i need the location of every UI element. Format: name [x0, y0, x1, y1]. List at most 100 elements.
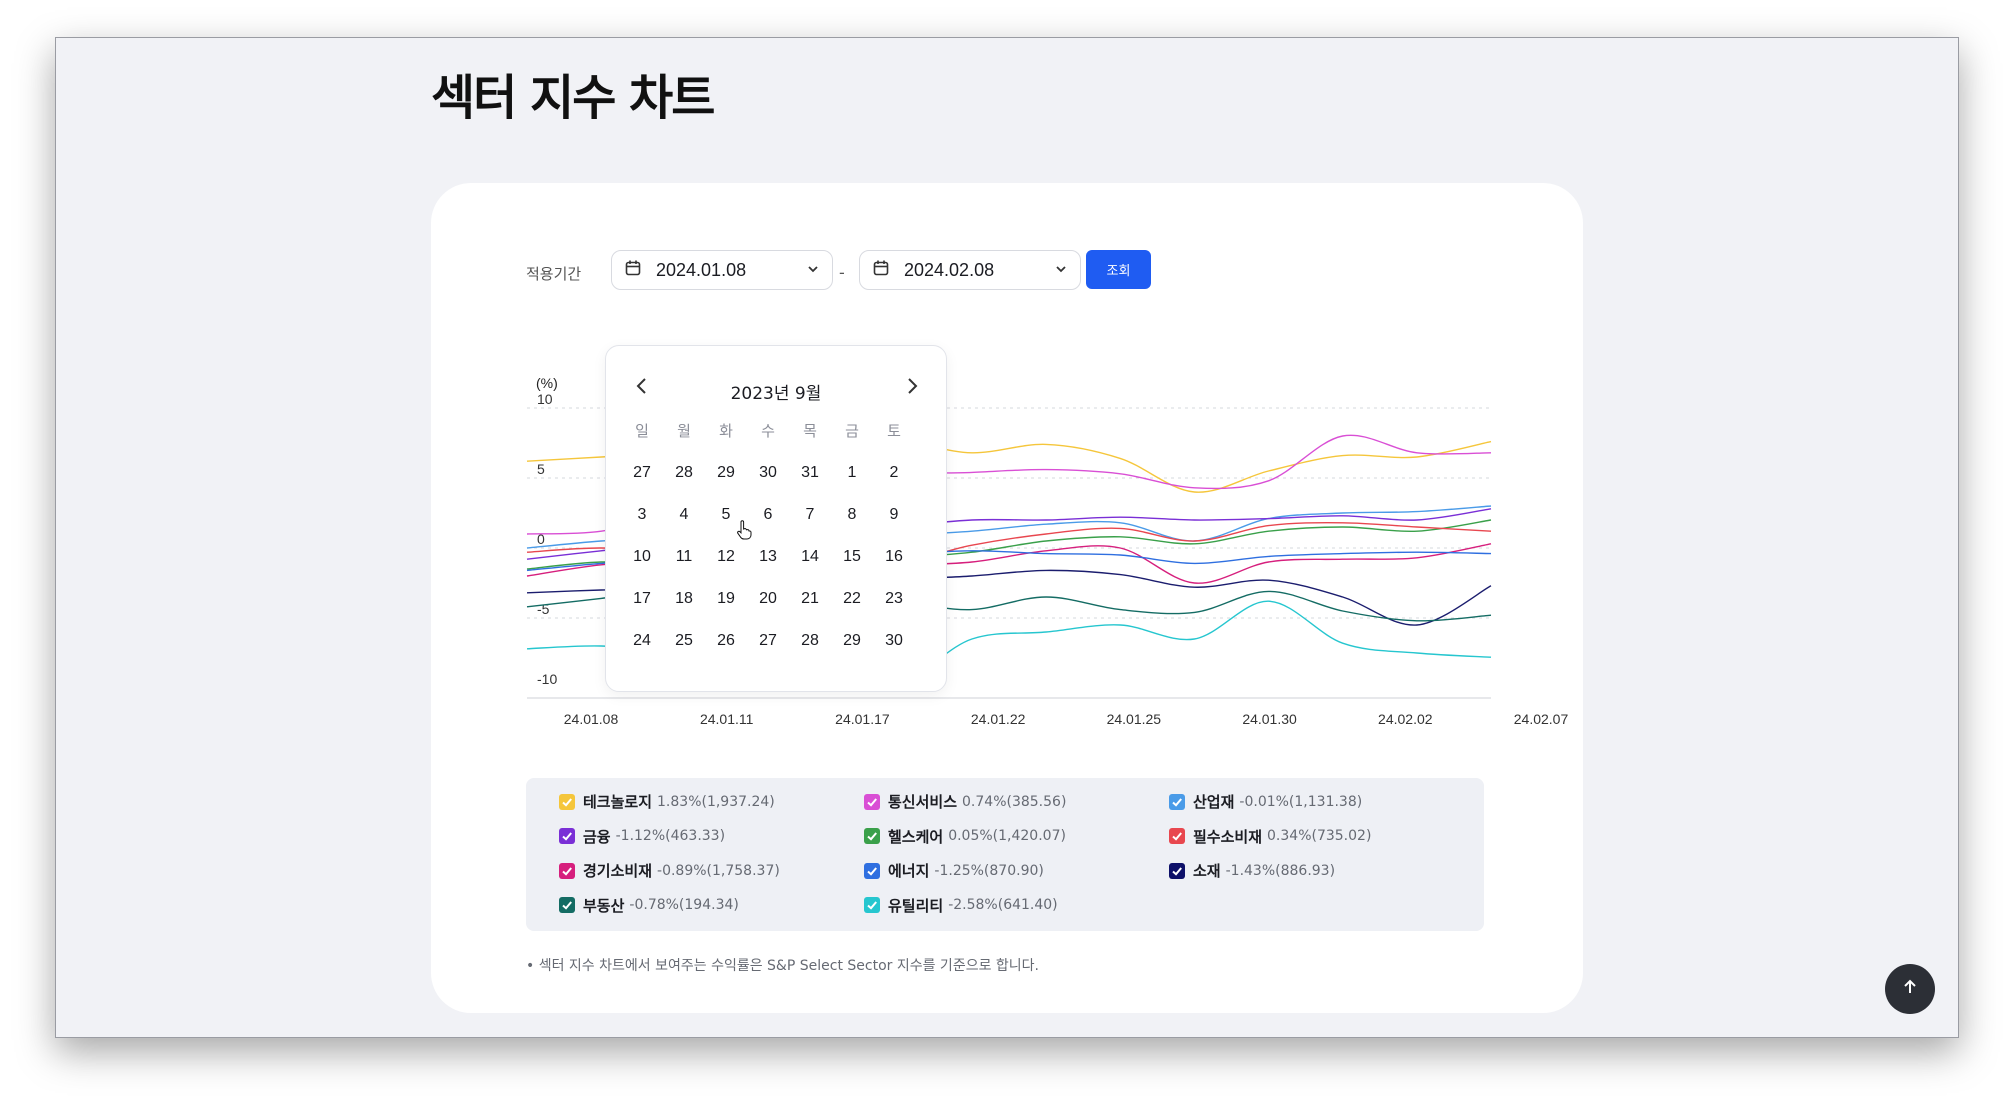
legend-item-name: 부동산 [583, 896, 625, 915]
legend-item[interactable]: 금융 -1.12%(463.33) [559, 826, 725, 847]
datepicker-day[interactable]: 29 [705, 464, 747, 482]
legend-item[interactable]: 헬스케어 0.05%(1,420.07) [864, 826, 1066, 847]
datepicker-day[interactable]: 28 [663, 464, 705, 482]
period-label: 적용기간 [526, 265, 582, 283]
date-range-separator: - [839, 263, 845, 282]
datepicker-day[interactable]: 30 [747, 464, 789, 482]
datepicker-day[interactable]: 24 [621, 632, 663, 650]
x-tick-label: 24.01.25 [1107, 711, 1162, 727]
checkbox-checked-icon[interactable] [559, 897, 575, 913]
datepicker-day[interactable]: 3 [621, 506, 663, 524]
legend-item[interactable]: 에너지 -1.25%(870.90) [864, 860, 1044, 881]
datepicker-day[interactable]: 30 [873, 632, 915, 650]
y-tick-label: -10 [537, 671, 557, 687]
datepicker-day[interactable]: 27 [621, 464, 663, 482]
datepicker-day[interactable]: 19 [705, 590, 747, 608]
datepicker-day[interactable]: 16 [873, 548, 915, 566]
query-button[interactable]: 조회 [1086, 250, 1151, 289]
datepicker-day[interactable]: 7 [789, 506, 831, 524]
checkbox-checked-icon[interactable] [559, 793, 575, 810]
datepicker-day[interactable]: 10 [621, 548, 663, 566]
legend-item-name: 유틸리티 [888, 896, 944, 915]
legend-item-name: 에너지 [888, 862, 930, 880]
legend-item-value: -0.89%(1,758.37) [657, 862, 780, 879]
legend-item-value: -1.25%(870.90) [934, 862, 1044, 879]
datepicker-day[interactable]: 21 [789, 590, 831, 608]
legend-item-name: 경기소비재 [583, 862, 653, 880]
y-tick-label: 10 [537, 391, 553, 407]
datepicker-day[interactable]: 11 [663, 548, 705, 566]
datepicker-day[interactable]: 14 [789, 548, 831, 566]
datepicker-day[interactable]: 18 [663, 590, 705, 608]
datepicker-day[interactable]: 31 [789, 464, 831, 482]
legend-item-name: 통신서비스 [888, 793, 958, 811]
checkbox-checked-icon[interactable] [864, 793, 880, 810]
checkbox-checked-icon[interactable] [1169, 828, 1185, 844]
checkbox-checked-icon[interactable] [864, 862, 880, 879]
checkbox-checked-icon[interactable] [1169, 793, 1185, 810]
y-axis-ticks: 1050-5-10 [537, 391, 557, 687]
legend-item-value: 0.34%(735.02) [1267, 828, 1372, 844]
datepicker-day[interactable]: 2 [873, 464, 915, 482]
datepicker-day[interactable]: 17 [621, 590, 663, 608]
datepicker-popup: 2023년 9월 일월화수목금토 27 28 29 30 31 1 2 3 4 5 6 7 8 9 10 11… [605, 345, 947, 692]
legend-item[interactable]: 필수소비재 0.34%(735.02) [1169, 826, 1371, 847]
legend-item-value: -0.01%(1,131.38) [1239, 793, 1363, 810]
datepicker-day[interactable]: 23 [873, 590, 915, 608]
end-date-input[interactable]: 2024.02.08 [859, 250, 1081, 290]
datepicker-day[interactable]: 20 [747, 590, 789, 608]
weekday-label: 수 [761, 422, 775, 440]
legend-item[interactable]: 유틸리티 -2.58%(641.40) [864, 895, 1058, 916]
legend-item[interactable]: 통신서비스 0.74%(385.56) [864, 791, 1066, 812]
browser-window: 섹터 지수 차트 (%) 10 5 0 -5 -10 24.01.08 24.01.11 2… [55, 37, 1959, 1038]
legend-item[interactable]: 부동산 -0.78%(194.34) [559, 895, 739, 916]
datepicker-day[interactable]: 9 [873, 506, 915, 524]
legend-item[interactable]: 경기소비재 -0.89%(1,758.37) [559, 860, 780, 881]
start-date-input[interactable]: 2024.01.08 [611, 250, 833, 290]
legend-item[interactable]: 소재 -1.43%(886.93) [1169, 860, 1335, 881]
calendar-icon [624, 259, 642, 282]
legend-item-name: 금융 [583, 827, 611, 846]
x-tick-label: 24.01.22 [971, 711, 1026, 727]
legend-item-value: -0.78%(194.34) [629, 897, 739, 913]
checkbox-checked-icon[interactable] [1169, 862, 1185, 879]
chevron-right-icon[interactable] [904, 376, 920, 400]
footnote: • 섹터 지수 차트에서 보여주는 수익률은 S&P Select Sector… [526, 958, 1039, 974]
datepicker-day[interactable]: 12 [705, 548, 747, 566]
datepicker-day[interactable]: 29 [831, 632, 873, 650]
legend-item-name: 소재 [1193, 862, 1221, 880]
y-tick-label: -5 [537, 601, 550, 617]
weekday-label: 토 [887, 422, 901, 440]
datepicker-day[interactable]: 1 [831, 464, 873, 482]
datepicker-day[interactable]: 22 [831, 590, 873, 608]
datepicker-day[interactable]: 13 [747, 548, 789, 566]
legend-item-name: 산업재 [1193, 793, 1235, 811]
legend-item[interactable]: 테크놀로지 1.83%(1,937.24) [559, 791, 775, 812]
y-unit-label: (%) [536, 375, 558, 391]
checkbox-checked-icon[interactable] [559, 828, 575, 844]
checkbox-checked-icon[interactable] [864, 828, 880, 844]
datepicker-day[interactable]: 27 [747, 632, 789, 650]
datepicker-day[interactable]: 8 [831, 506, 873, 524]
x-tick-label: 24.01.30 [1242, 711, 1297, 727]
start-date-value: 2024.01.08 [656, 259, 747, 280]
arrow-up-icon [1900, 977, 1920, 1001]
footnote-text: 섹터 지수 차트에서 보여주는 수익률은 S&P Select Sector 지… [538, 958, 1039, 974]
x-tick-label: 24.01.11 [700, 711, 754, 727]
datepicker-day[interactable]: 4 [663, 506, 705, 524]
legend-item-value: 0.74%(385.56) [962, 793, 1067, 810]
calendar-icon [872, 259, 890, 282]
legend-item-value: -2.58%(641.40) [948, 897, 1058, 913]
datepicker-day[interactable]: 26 [705, 632, 747, 650]
datepicker-day[interactable]: 28 [789, 632, 831, 650]
hand-pointer-icon [736, 520, 752, 544]
datepicker-day[interactable]: 25 [663, 632, 705, 650]
datepicker-day[interactable]: 6 [747, 506, 789, 524]
scroll-to-top-button[interactable] [1885, 964, 1935, 1014]
checkbox-checked-icon[interactable] [559, 862, 575, 879]
checkbox-checked-icon[interactable] [864, 897, 880, 913]
legend-item[interactable]: 산업재 -0.01%(1,131.38) [1169, 791, 1362, 812]
datepicker-day[interactable]: 15 [831, 548, 873, 566]
weekday-label: 금 [845, 422, 859, 440]
weekday-label: 월 [677, 422, 691, 440]
